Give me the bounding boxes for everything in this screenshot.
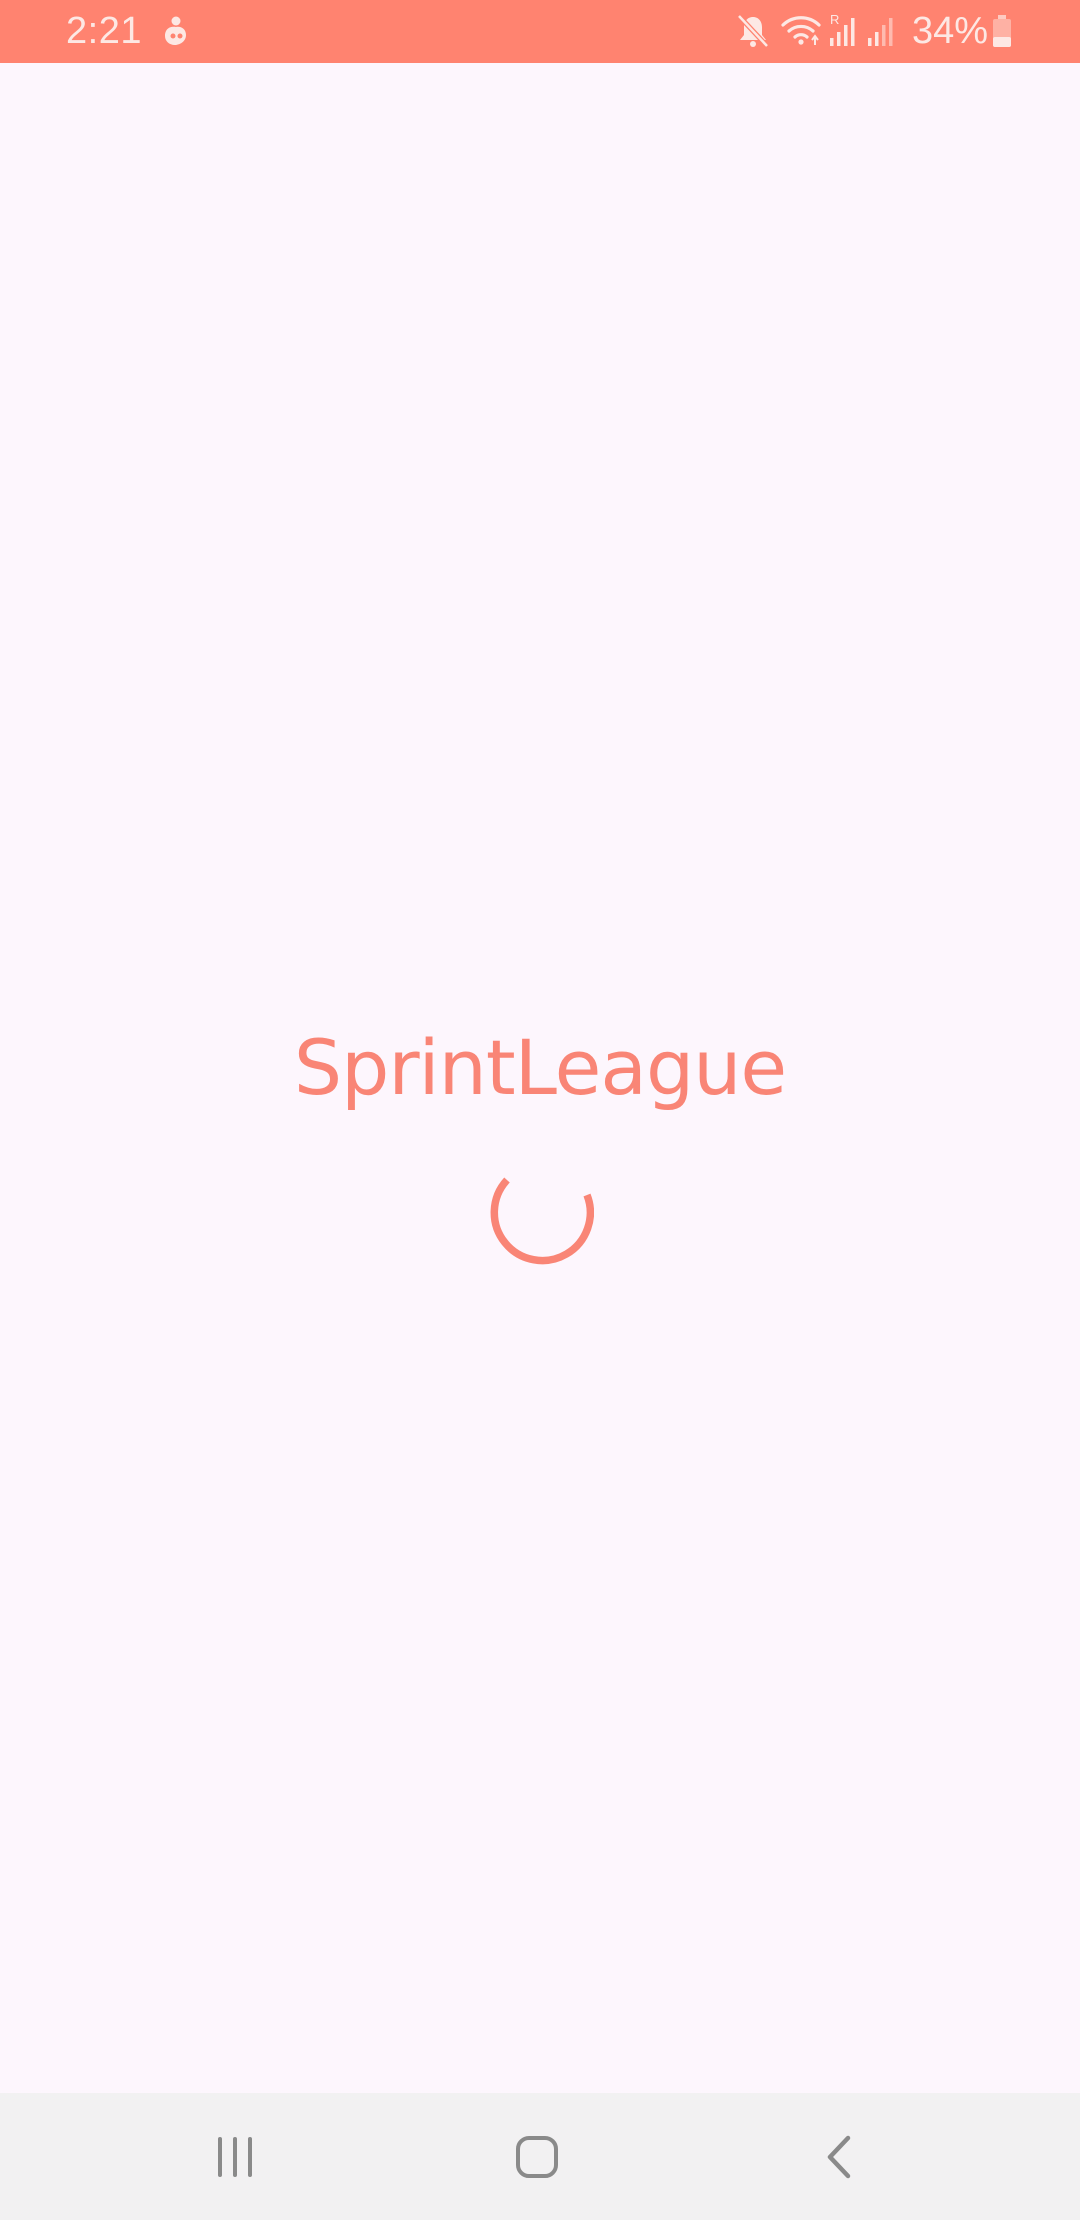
recents-icon [218, 2136, 252, 2177]
app-logo-text: SprintLeague [293, 1023, 787, 1112]
status-bar: 2:21 R 34% [0, 0, 1080, 63]
notification-app-icon [165, 16, 186, 45]
svg-text:R: R [830, 12, 839, 27]
wifi-icon [781, 16, 821, 45]
home-button[interactable] [437, 2093, 637, 2220]
battery-icon [993, 15, 1011, 47]
signal-icon [868, 18, 893, 46]
recents-button[interactable] [135, 2093, 335, 2220]
back-icon [827, 2135, 851, 2178]
navigation-bar [0, 2093, 1080, 2220]
splash-screen: SprintLeague [0, 63, 1080, 2093]
signal-roaming-icon: R [830, 12, 855, 46]
mute-icon [737, 14, 769, 48]
home-icon [516, 2135, 558, 2178]
back-button[interactable] [740, 2093, 940, 2220]
status-time: 2:21 [66, 10, 142, 52]
spinner-icon [490, 1177, 594, 1265]
battery-percent: 34% [912, 10, 989, 52]
